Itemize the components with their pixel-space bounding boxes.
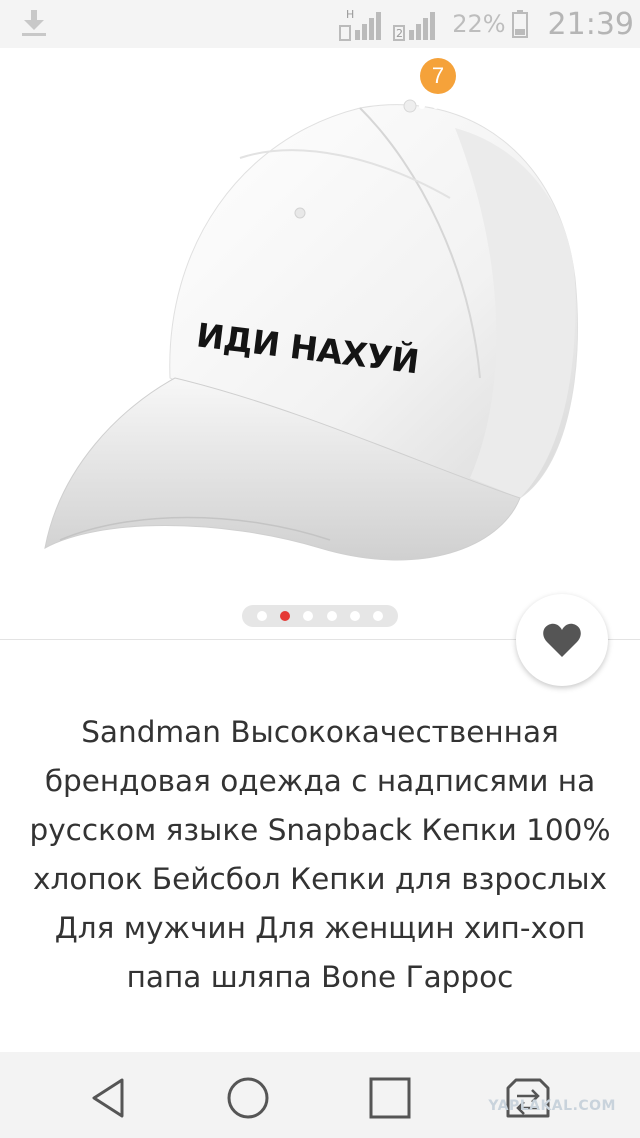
favorite-button[interactable] <box>516 594 608 686</box>
search-icon <box>325 79 355 109</box>
pager-dot-active[interactable] <box>279 611 290 621</box>
triangle-back-icon <box>92 1078 124 1118</box>
circle-home-icon <box>227 1077 269 1119</box>
status-bar: H 2 22% 21:39 <box>0 0 640 48</box>
sim1-label: H <box>346 8 354 21</box>
nav-home-button[interactable] <box>220 1070 276 1126</box>
pager-dot[interactable] <box>349 611 360 621</box>
arrow-left-icon <box>37 82 64 106</box>
battery-percent: 22% <box>452 10 506 38</box>
pager-dot[interactable] <box>303 611 314 621</box>
clock: 21:39 <box>547 6 634 42</box>
pager-dot[interactable] <box>373 611 384 621</box>
sim2-label: 2 <box>396 27 403 40</box>
navigation-bar <box>0 1052 640 1138</box>
share-icon <box>497 79 527 109</box>
heart-icon <box>543 623 581 657</box>
more-options-button[interactable] <box>570 66 626 122</box>
sim1-signal-icon: H <box>338 4 386 44</box>
nav-back-button[interactable] <box>80 1070 136 1126</box>
battery-icon <box>511 10 528 38</box>
image-pager[interactable] <box>242 605 398 627</box>
pager-dot[interactable] <box>326 611 337 621</box>
cart-count-badge: 7 <box>420 58 456 94</box>
back-button[interactable] <box>22 66 78 122</box>
watermark: YAPLAKAL.COM <box>488 1098 616 1114</box>
sim2-signal-icon: 2 <box>392 4 440 44</box>
square-recent-icon <box>369 1077 411 1119</box>
search-button[interactable] <box>312 66 368 122</box>
download-icon <box>22 10 46 36</box>
nav-recent-button[interactable] <box>362 1070 418 1126</box>
pager-dot[interactable] <box>256 611 267 621</box>
more-vertical-icon <box>594 79 602 109</box>
app-bar: 7 <box>0 48 640 144</box>
share-button[interactable] <box>484 66 540 122</box>
product-title: Sandman Высококачественная брендовая оде… <box>29 715 611 994</box>
